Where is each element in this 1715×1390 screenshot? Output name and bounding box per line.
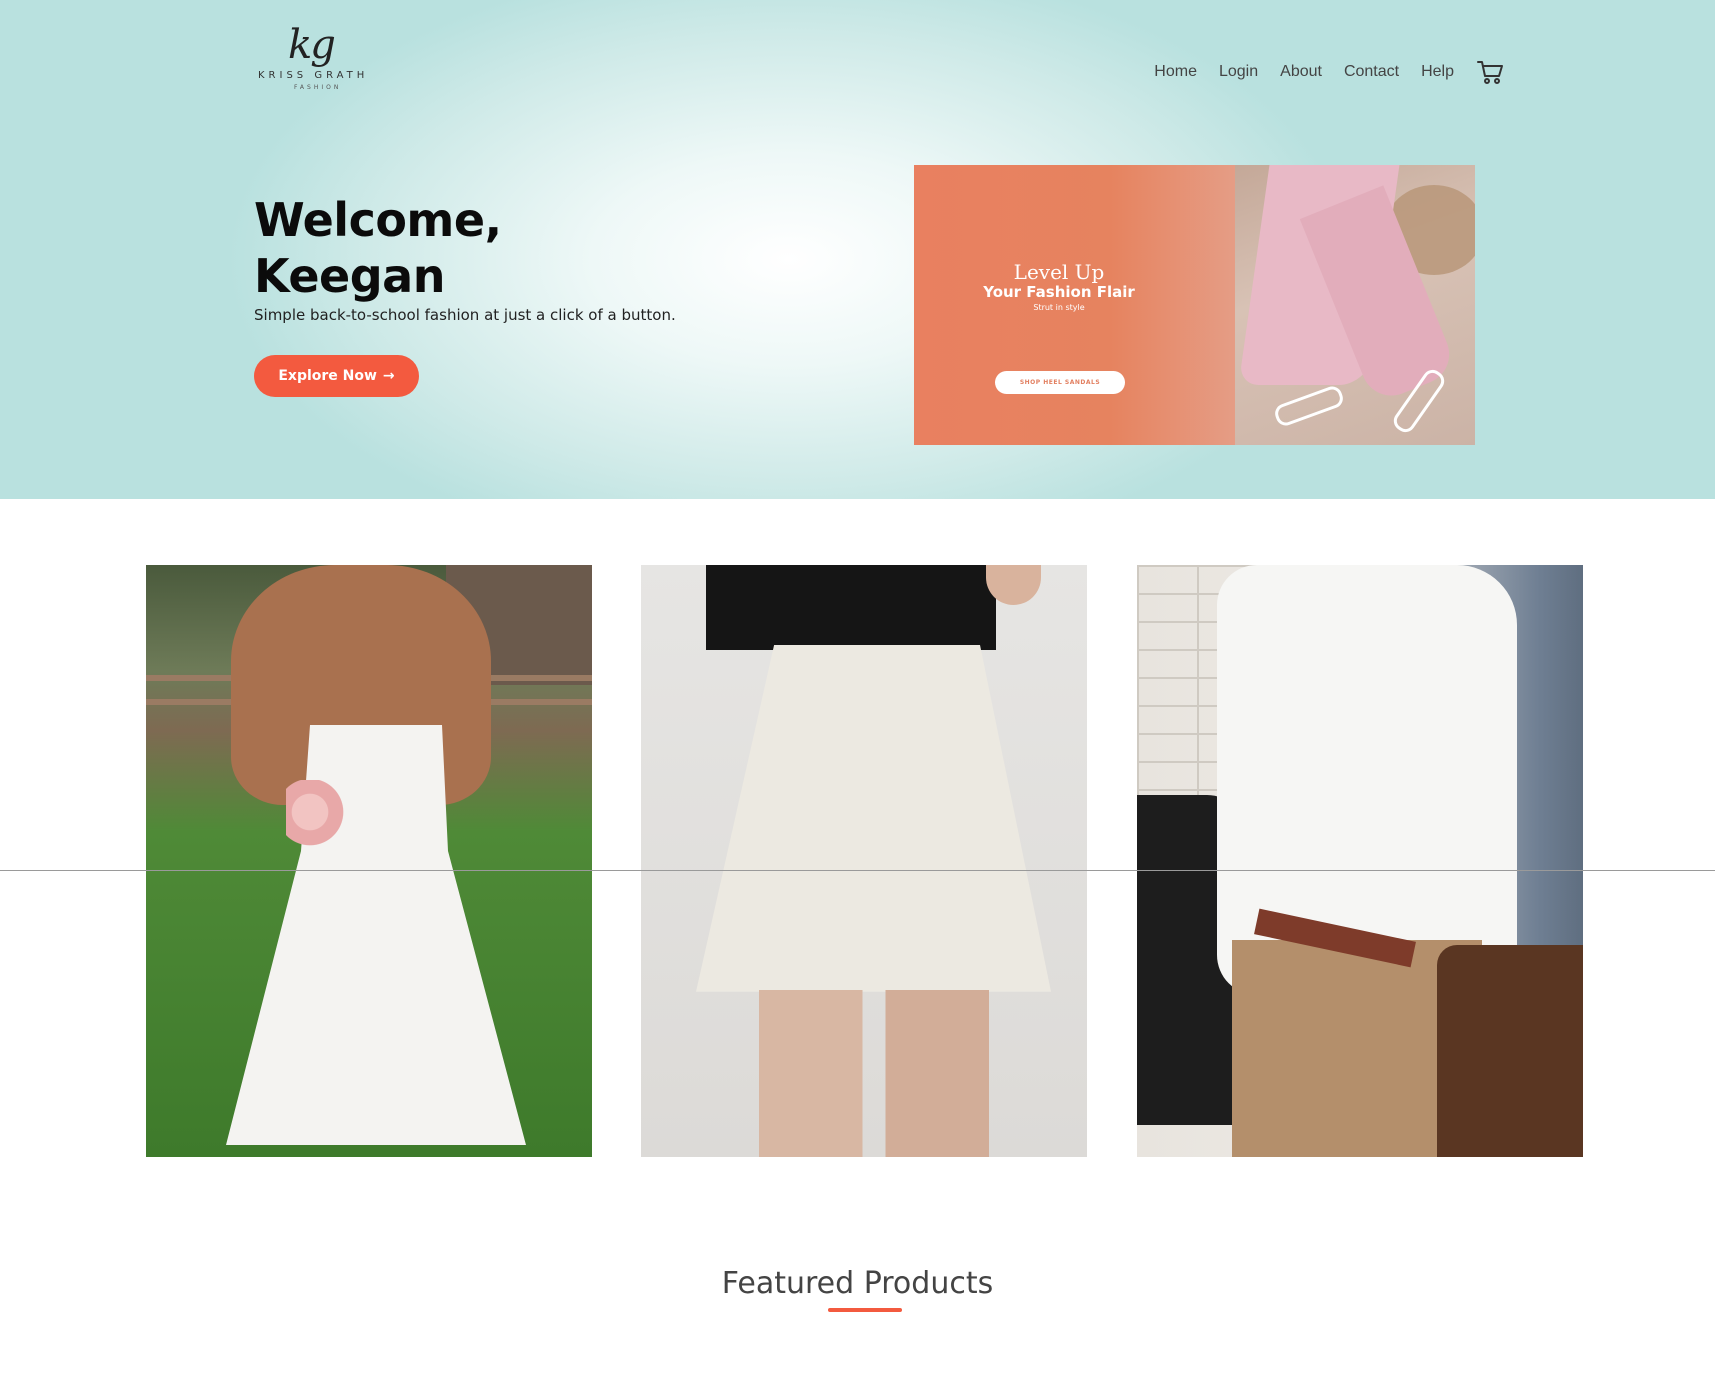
nav-login[interactable]: Login (1219, 63, 1258, 81)
nav-contact[interactable]: Contact (1344, 63, 1399, 81)
shop-heel-sandals-button[interactable]: SHOP HEEL SANDALS (995, 371, 1125, 394)
explore-now-button[interactable]: Explore Now → (254, 355, 419, 397)
photo-flowers (286, 780, 346, 860)
brand-logo[interactable]: kg KRISS GRATH FASHION (250, 22, 390, 98)
photo-bag (1437, 945, 1583, 1157)
hero-section: kg KRISS GRATH FASHION Home Login About … (0, 0, 1715, 499)
promo-banner[interactable]: Level Up Your Fashion Flair Strut in sty… (914, 165, 1475, 445)
cart-icon[interactable] (1476, 58, 1504, 86)
banner-caption: Strut in style (1033, 303, 1085, 312)
featured-products-heading: Featured Products (721, 1266, 994, 1301)
logo-wordmark: KRISS GRATH (258, 70, 369, 81)
welcome-username: Keegan (254, 249, 445, 303)
banner-subheadline: Your Fashion Flair (983, 283, 1135, 301)
gallery-card-skirt[interactable] (641, 565, 1087, 1157)
logo-subtitle: FASHION (294, 84, 342, 91)
photo-white-skirt (696, 645, 1051, 992)
featured-underline (828, 1308, 902, 1312)
main-nav: Home Login About Contact Help (1154, 58, 1504, 86)
gallery-card-shirt[interactable] (1137, 565, 1583, 1157)
divider-line (0, 870, 1715, 871)
logo-monogram: kg (288, 22, 336, 68)
photo-black-top (706, 565, 996, 650)
arrow-right-icon: → (382, 368, 395, 384)
gallery-card-dress[interactable] (146, 565, 592, 1157)
nav-about[interactable]: About (1280, 63, 1322, 81)
nav-help[interactable]: Help (1421, 63, 1454, 81)
explore-now-label: Explore Now (278, 368, 377, 384)
nav-home[interactable]: Home (1154, 63, 1197, 81)
hero-tagline: Simple back-to-school fashion at just a … (254, 306, 676, 324)
welcome-heading: Welcome, Keegan (254, 192, 674, 304)
banner-headline: Level Up (1013, 260, 1105, 284)
photo-legs (759, 990, 989, 1157)
welcome-greeting: Welcome, (254, 193, 502, 247)
